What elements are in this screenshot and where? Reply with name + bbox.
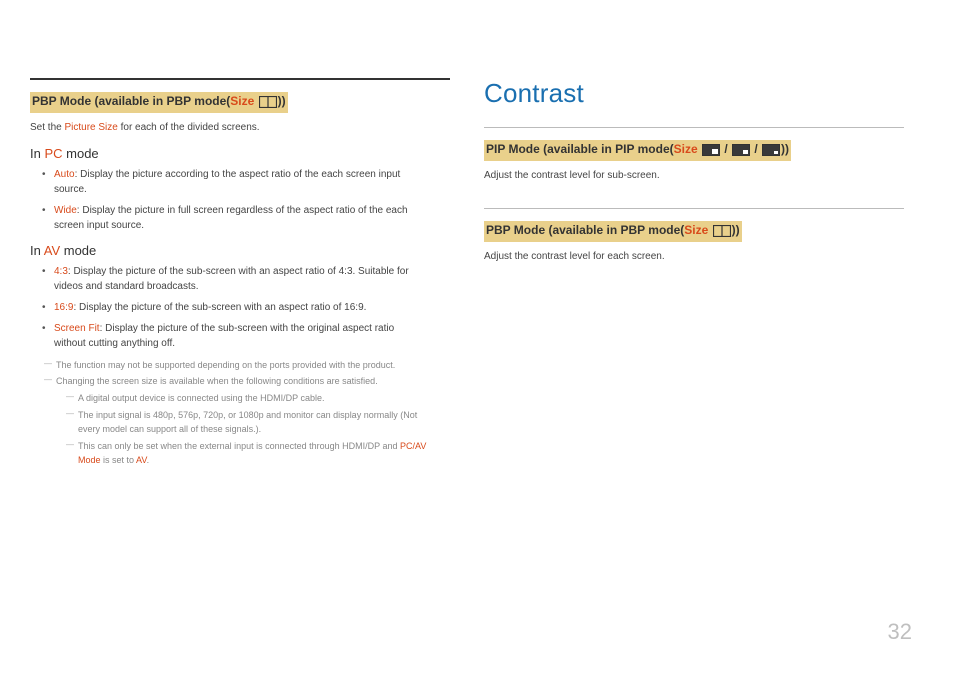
intro-red: Picture Size — [64, 122, 117, 133]
list-item: Wide: Display the picture in full screen… — [44, 203, 450, 233]
item-text: : Display the picture of the sub-screen … — [54, 323, 394, 349]
pbp-size-icon — [713, 225, 731, 240]
sn-pre: This can only be set when the external i… — [78, 441, 400, 451]
item-text: : Display the picture of the sub-screen … — [73, 302, 366, 313]
subnote-item: This can only be set when the external i… — [66, 440, 450, 467]
pc-red: PC — [44, 146, 62, 161]
pbp-body: Adjust the contrast level for each scree… — [484, 250, 904, 265]
intro-post: for each of the divided screens. — [118, 122, 260, 133]
item-term: 16:9 — [54, 302, 73, 313]
heading-suffix: )) — [278, 94, 286, 108]
pbp-mode-heading-right: PBP Mode (available in PBP mode(Size )) — [484, 221, 742, 242]
intro-pre: Set the — [30, 122, 64, 133]
pip-size-icon-1 — [702, 144, 720, 159]
heading-suffix: )) — [781, 142, 789, 156]
list-item: Auto: Display the picture according to t… — [44, 167, 450, 197]
notes-block: The function may not be supported depend… — [30, 359, 450, 468]
divider-top-left — [30, 78, 450, 80]
item-term: Screen Fit — [54, 323, 100, 334]
list-item: 4:3: Display the picture of the sub-scre… — [44, 264, 450, 294]
divider-light-1 — [484, 127, 904, 128]
pc-pre: In — [30, 146, 44, 161]
heading-prefix: PBP Mode (available in PBP mode( — [32, 94, 230, 108]
item-text: : Display the picture according to the a… — [54, 169, 400, 195]
page-number: 32 — [888, 619, 912, 645]
pc-mode-heading: In PC mode — [30, 146, 450, 161]
pc-mode-list: Auto: Display the picture according to t… — [30, 167, 450, 233]
item-term: Wide — [54, 205, 77, 216]
pbp-size-icon — [259, 96, 277, 111]
heading-prefix: PBP Mode (available in PBP mode( — [486, 223, 684, 237]
left-column: PBP Mode (available in PBP mode(Size )) … — [30, 78, 450, 471]
heading-prefix: PIP Mode (available in PIP mode( — [486, 142, 674, 156]
av-red: AV — [44, 243, 60, 258]
pc-post: mode — [63, 146, 99, 161]
list-item: 16:9: Display the picture of the sub-scr… — [44, 300, 450, 315]
pbp-mode-heading-left: PBP Mode (available in PBP mode(Size )) — [30, 92, 288, 113]
page-container: PBP Mode (available in PBP mode(Size )) … — [0, 0, 954, 471]
pip-body: Adjust the contrast level for sub-screen… — [484, 169, 904, 184]
pip-size-icon-3 — [762, 144, 780, 159]
note-item: Changing the screen size is available wh… — [44, 375, 450, 389]
sn-red2: AV — [136, 455, 147, 465]
heading-size: Size — [674, 142, 698, 156]
av-pre: In — [30, 243, 44, 258]
item-text: : Display the picture of the sub-screen … — [54, 266, 409, 292]
heading-size: Size — [684, 223, 708, 237]
heading-size: Size — [230, 94, 254, 108]
intro-text: Set the Picture Size for each of the div… — [30, 121, 450, 136]
item-term: Auto — [54, 169, 75, 180]
subnote-item: The input signal is 480p, 576p, 720p, or… — [66, 409, 450, 436]
section-title-contrast: Contrast — [484, 78, 904, 109]
note-item: The function may not be supported depend… — [44, 359, 450, 373]
subnotes-block: A digital output device is connected usi… — [44, 392, 450, 468]
av-mode-heading: In AV mode — [30, 243, 450, 258]
pip-size-icon-2 — [732, 144, 750, 159]
divider-light-2 — [484, 208, 904, 209]
right-column: Contrast PIP Mode (available in PIP mode… — [484, 78, 904, 471]
pip-mode-heading: PIP Mode (available in PIP mode(Size / /… — [484, 140, 791, 161]
av-post: mode — [60, 243, 96, 258]
list-item: Screen Fit: Display the picture of the s… — [44, 321, 450, 351]
item-text: : Display the picture in full screen reg… — [54, 205, 408, 231]
sn-mid: is set to — [101, 455, 137, 465]
subnote-item: A digital output device is connected usi… — [66, 392, 450, 406]
item-term: 4:3 — [54, 266, 68, 277]
sn-post: . — [147, 455, 150, 465]
av-mode-list: 4:3: Display the picture of the sub-scre… — [30, 264, 450, 351]
heading-suffix: )) — [732, 223, 740, 237]
